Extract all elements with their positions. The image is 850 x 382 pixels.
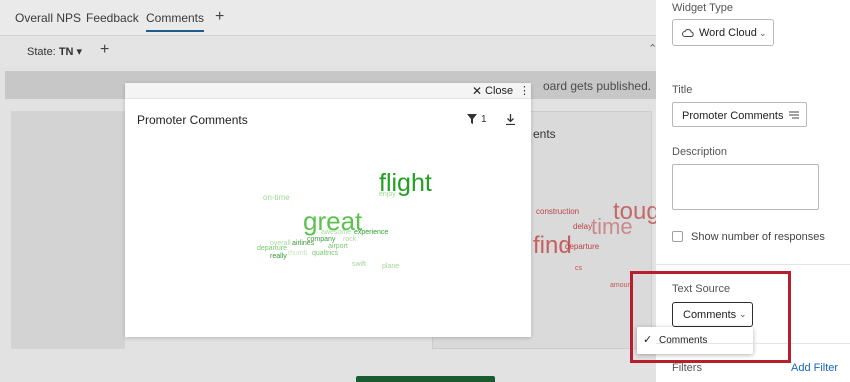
widget-preview-modal: ✕ Close ⋮ Promoter Comments 1 flight gre…	[125, 83, 531, 337]
description-field[interactable]	[672, 164, 819, 210]
bg-word: time	[591, 214, 633, 239]
bg-word: departure	[565, 242, 600, 251]
cloud-word: airport	[328, 243, 348, 250]
more-options-icon[interactable]: ⋮	[519, 84, 530, 97]
cloud-word: departure	[257, 245, 287, 252]
download-icon[interactable]	[505, 114, 516, 125]
cloud-word: awesome	[321, 229, 351, 236]
cloud-word: really	[270, 253, 287, 260]
tile-title: ents	[533, 127, 556, 141]
chevron-down-icon: ▾	[76, 46, 83, 58]
show-responses-label: Show number of responses	[691, 231, 825, 243]
section-divider	[656, 264, 850, 265]
title-field[interactable]: Promoter Comments	[672, 102, 807, 127]
cloud-word: experience	[354, 229, 389, 236]
text-format-icon[interactable]	[789, 111, 799, 119]
tab-comments[interactable]: Comments	[146, 11, 205, 32]
publish-banner-text: oard gets published.	[543, 79, 652, 93]
cloud-word: swift	[352, 261, 366, 268]
publish-button[interactable]	[356, 376, 495, 382]
state-filter-label: State:	[27, 46, 56, 58]
bg-word: cs	[575, 265, 582, 272]
add-tab-button[interactable]: +	[215, 8, 224, 26]
description-label: Description	[672, 146, 728, 158]
filter-icon[interactable]	[467, 114, 477, 124]
title-value: Promoter Comments	[682, 110, 784, 122]
tab-overall-nps[interactable]: Overall NPS	[15, 11, 81, 25]
widget-type-value: Word Cloud	[699, 27, 757, 39]
widget-type-select[interactable]: Word Cloud ⌄	[672, 19, 774, 46]
close-icon[interactable]: ✕	[472, 84, 482, 98]
cloud-word: plane	[382, 263, 400, 270]
widget-title: Promoter Comments	[137, 113, 248, 127]
filters-label: Filters	[672, 362, 702, 374]
filter-bar: State: TN ▾ + ⌃	[0, 35, 657, 67]
tab-feedback[interactable]: Feedback	[86, 11, 139, 25]
bg-word: delay	[573, 222, 593, 231]
cloud-word: on-time	[263, 193, 290, 202]
chevron-down-icon: ⌄	[759, 28, 767, 38]
title-label: Title	[672, 84, 693, 96]
modal-header-bar: ✕ Close ⋮	[125, 83, 531, 99]
annotation-highlight-box	[630, 271, 791, 363]
add-filter-icon[interactable]: +	[100, 41, 109, 59]
cloud-word: thumb	[288, 250, 308, 257]
dashboard-tile-left	[11, 111, 125, 349]
dashboard-tab-bar: Overall NPS Feedback Comments +	[0, 0, 656, 35]
cloud-icon	[682, 29, 694, 37]
add-filter-link[interactable]: Add Filter	[791, 362, 838, 374]
state-filter-value: TN	[58, 46, 74, 58]
close-button[interactable]: Close	[485, 85, 513, 97]
cloud-word: rock	[343, 236, 357, 243]
cloud-word: airlines	[292, 240, 315, 247]
cloud-word: enjoy	[379, 191, 396, 198]
filter-count: 1	[481, 114, 487, 125]
cloud-word: qualtrics	[312, 250, 339, 257]
show-responses-checkbox[interactable]	[672, 231, 683, 242]
state-filter[interactable]: State: TN ▾	[27, 45, 82, 58]
bg-word: construction	[536, 207, 580, 216]
widget-type-label: Widget Type	[672, 2, 733, 14]
